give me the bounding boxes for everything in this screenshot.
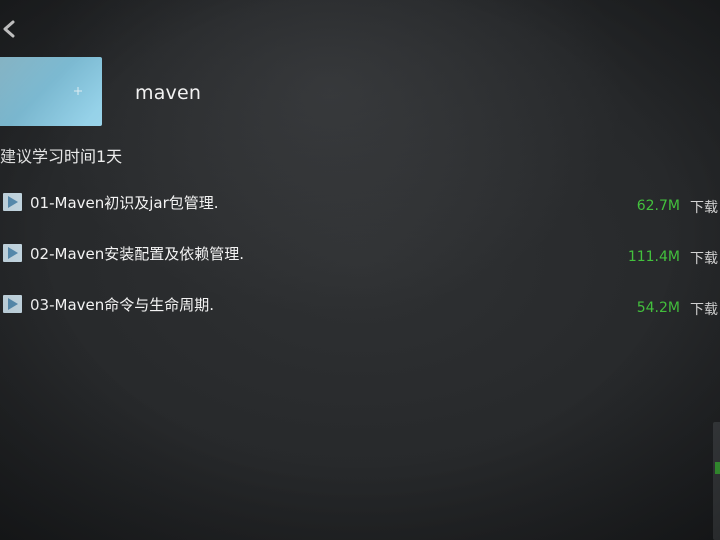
lesson-row[interactable]: 03-Maven命令与生命周期. 54.2M 下载 (0, 292, 720, 318)
download-link[interactable]: 下载 (690, 299, 718, 319)
play-icon[interactable] (3, 193, 22, 211)
side-widget[interactable] (713, 422, 720, 540)
play-icon[interactable] (3, 295, 22, 313)
back-button[interactable] (0, 14, 22, 44)
study-time-label: 建议学习时间1天 (0, 147, 123, 166)
lesson-row[interactable]: 01-Maven初识及jar包管理. 62.7M 下载 (0, 190, 720, 216)
lesson-title[interactable]: 02-Maven安装配置及依赖管理. (30, 243, 244, 264)
lesson-file-size: 111.4M (627, 249, 680, 265)
screen-vignette (0, 0, 720, 540)
chevron-left-icon (3, 20, 15, 38)
course-title: maven (135, 82, 202, 104)
sparkle-icon (74, 87, 82, 95)
download-link[interactable]: 下载 (690, 197, 718, 217)
course-detail-screen: maven 建议学习时间1天 01-Maven初识及jar包管理. 62.7M … (0, 0, 720, 540)
course-cover-image (0, 57, 102, 126)
play-icon[interactable] (3, 244, 22, 262)
lesson-title[interactable]: 03-Maven命令与生命周期. (30, 294, 214, 315)
status-indicator (715, 462, 720, 474)
lesson-file-size: 54.2M (636, 300, 680, 316)
lesson-title[interactable]: 01-Maven初识及jar包管理. (30, 192, 219, 213)
lesson-file-size: 62.7M (636, 198, 680, 214)
lesson-row[interactable]: 02-Maven安装配置及依赖管理. 111.4M 下载 (0, 241, 720, 267)
download-link[interactable]: 下载 (690, 248, 718, 268)
